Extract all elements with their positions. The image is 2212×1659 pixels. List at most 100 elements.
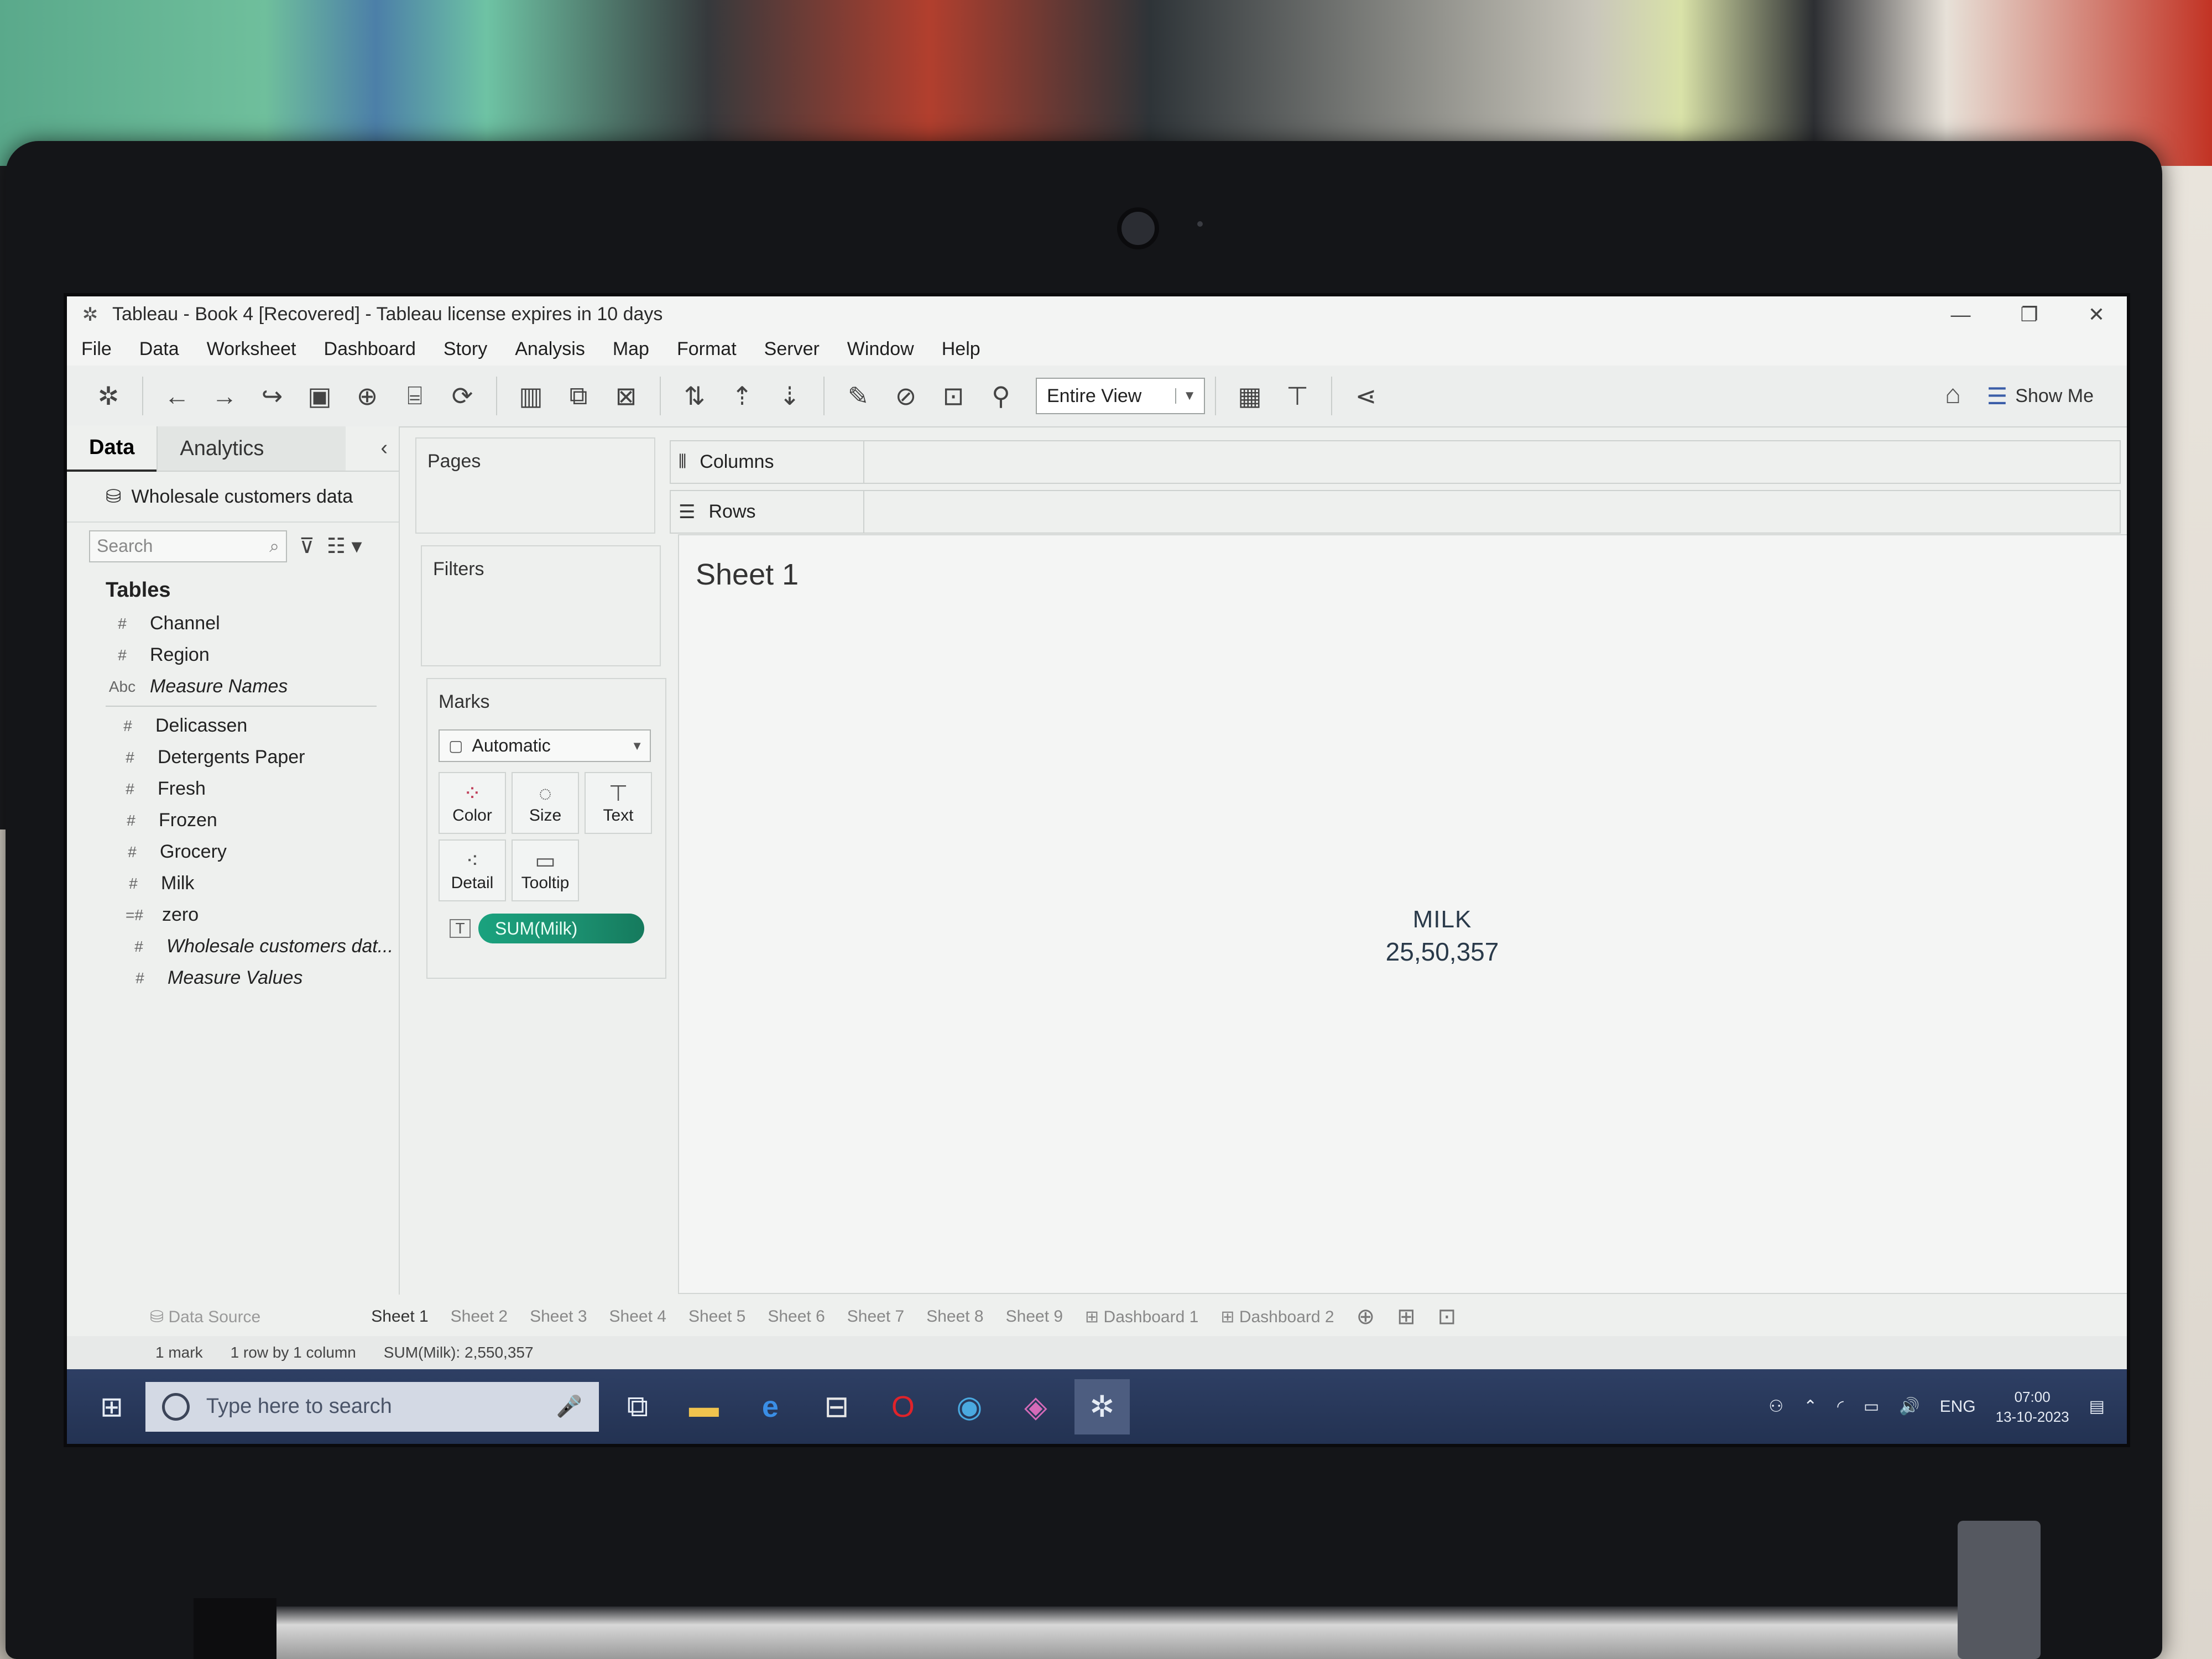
tab-dashboard-2[interactable]: ⊞ Dashboard 2 bbox=[1220, 1307, 1334, 1327]
save-icon[interactable]: ▣ bbox=[300, 377, 339, 415]
menu-data[interactable]: Data bbox=[139, 338, 179, 360]
menu-story[interactable]: Story bbox=[444, 338, 487, 360]
tab-sheet-2[interactable]: Sheet 2 bbox=[451, 1307, 508, 1326]
volume-icon[interactable]: 🔊 bbox=[1899, 1397, 1919, 1416]
field-frozen[interactable]: # Frozen bbox=[67, 805, 399, 836]
menu-dashboard[interactable]: Dashboard bbox=[324, 338, 416, 360]
duplicate-sheet-icon[interactable]: ⧉ bbox=[559, 377, 598, 415]
filter-icon[interactable]: ⊽ bbox=[299, 534, 315, 559]
restore-icon[interactable]: ❐ bbox=[2021, 303, 2038, 326]
new-worksheet-icon[interactable]: ⊕ bbox=[1357, 1304, 1375, 1329]
color-button[interactable]: ⁘ Color bbox=[439, 772, 506, 834]
mark-type-dropdown[interactable]: ▢ Automatic ▼ bbox=[439, 729, 651, 762]
undo-icon[interactable]: ← bbox=[158, 377, 196, 415]
menu-map[interactable]: Map bbox=[613, 338, 649, 360]
chevron-up-icon[interactable]: ⌃ bbox=[1803, 1397, 1817, 1416]
tab-analytics[interactable]: Analytics bbox=[156, 426, 346, 471]
new-dashboard-icon[interactable]: ⊞ bbox=[1397, 1304, 1416, 1329]
view-mode-dropdown[interactable]: Entire View ▼ bbox=[1036, 378, 1205, 414]
field-wholesale-count[interactable]: # Wholesale customers dat... bbox=[67, 931, 399, 962]
tab-sheet-6[interactable]: Sheet 6 bbox=[768, 1307, 825, 1326]
field-zero[interactable]: =# zero bbox=[67, 899, 399, 931]
tableau-home-icon[interactable]: ✲ bbox=[89, 377, 128, 415]
show-cards-icon[interactable]: ▦ bbox=[1230, 377, 1269, 415]
battery-icon[interactable]: ▭ bbox=[1864, 1397, 1879, 1416]
field-milk[interactable]: # Milk bbox=[67, 868, 399, 899]
opera-icon[interactable]: O bbox=[875, 1379, 931, 1434]
group-icon[interactable]: ⊘ bbox=[886, 377, 925, 415]
tab-sheet-3[interactable]: Sheet 3 bbox=[530, 1307, 587, 1326]
store-icon[interactable]: ⊟ bbox=[809, 1379, 864, 1434]
tab-sheet-5[interactable]: Sheet 5 bbox=[688, 1307, 745, 1326]
people-icon[interactable]: ⚇ bbox=[1768, 1397, 1783, 1416]
field-measure-names[interactable]: Abc Measure Names bbox=[67, 671, 399, 702]
show-labels-icon[interactable]: ⊡ bbox=[934, 377, 973, 415]
pin-icon[interactable]: ⚲ bbox=[982, 377, 1020, 415]
windows-start-icon[interactable]: ⊞ bbox=[100, 1391, 123, 1423]
tab-sheet-4[interactable]: Sheet 4 bbox=[609, 1307, 666, 1326]
clear-sheet-icon[interactable]: ⊠ bbox=[607, 377, 645, 415]
menu-file[interactable]: File bbox=[81, 338, 112, 360]
filters-card[interactable]: Filters bbox=[421, 545, 661, 666]
tab-data-source[interactable]: ⛁ Data Source bbox=[150, 1307, 260, 1327]
highlight-icon[interactable]: ✎ bbox=[839, 377, 878, 415]
notification-icon[interactable]: ▤ bbox=[2089, 1397, 2105, 1416]
format-painter-icon[interactable]: ⌂ bbox=[1945, 379, 1961, 410]
redo-icon[interactable]: → bbox=[205, 377, 244, 415]
minimize-icon[interactable]: — bbox=[1951, 303, 1971, 326]
view-options-icon[interactable]: ☷ ▾ bbox=[327, 534, 362, 559]
search-input[interactable]: Search ⌕ bbox=[89, 530, 287, 562]
tab-sheet-9[interactable]: Sheet 9 bbox=[1006, 1307, 1063, 1326]
menu-worksheet[interactable]: Worksheet bbox=[207, 338, 296, 360]
pause-updates-icon[interactable]: ⌸ bbox=[395, 377, 434, 415]
tooltip-button[interactable]: ▭ Tooltip bbox=[512, 839, 579, 901]
datasource-item[interactable]: ⛁ Wholesale customers data bbox=[67, 472, 399, 523]
menu-window[interactable]: Window bbox=[847, 338, 914, 360]
swap-icon[interactable]: ⇅ bbox=[675, 377, 714, 415]
field-delicassen[interactable]: # Delicassen bbox=[67, 710, 399, 742]
sum-milk-pill[interactable]: SUM(Milk) bbox=[478, 914, 644, 943]
sort-descending-icon[interactable]: ⇣ bbox=[770, 377, 809, 415]
wifi-icon[interactable]: ◜ bbox=[1837, 1397, 1844, 1416]
maps-icon[interactable]: ◈ bbox=[1008, 1379, 1063, 1434]
tab-sheet-1[interactable]: Sheet 1 bbox=[371, 1307, 428, 1326]
field-region[interactable]: # Region bbox=[67, 639, 399, 671]
task-view-icon[interactable]: ⧉ bbox=[610, 1379, 665, 1434]
columns-shelf[interactable]: ⫴ Columns bbox=[670, 440, 2121, 484]
new-story-icon[interactable]: ⊡ bbox=[1438, 1304, 1457, 1329]
new-datasource-icon[interactable]: ⊕ bbox=[348, 377, 387, 415]
field-measure-values[interactable]: # Measure Values bbox=[67, 962, 399, 994]
close-icon[interactable]: ✕ bbox=[2088, 303, 2105, 326]
tableau-taskbar-icon[interactable]: ✲ bbox=[1074, 1379, 1130, 1434]
menu-help[interactable]: Help bbox=[942, 338, 980, 360]
pages-card[interactable]: Pages bbox=[415, 437, 655, 534]
language-indicator[interactable]: ENG bbox=[1940, 1397, 1976, 1416]
new-worksheet-icon[interactable]: ▥ bbox=[512, 377, 550, 415]
tab-data[interactable]: Data bbox=[67, 425, 157, 472]
show-me-button[interactable]: ☰ Show Me bbox=[1987, 366, 2094, 426]
menu-analysis[interactable]: Analysis bbox=[515, 338, 585, 360]
presentation-icon[interactable]: ⊤ bbox=[1278, 377, 1317, 415]
sort-ascending-icon[interactable]: ⇡ bbox=[723, 377, 761, 415]
text-button[interactable]: ⊤ Text bbox=[585, 772, 652, 834]
field-channel[interactable]: # Channel bbox=[67, 608, 399, 639]
size-button[interactable]: ◌ Size bbox=[512, 772, 579, 834]
field-grocery[interactable]: # Grocery bbox=[67, 836, 399, 868]
collapse-pane-icon[interactable]: ‹ bbox=[380, 436, 388, 460]
revert-icon[interactable]: ↪ bbox=[253, 377, 291, 415]
edge-icon[interactable]: e bbox=[743, 1379, 798, 1434]
refresh-icon[interactable]: ⟳ bbox=[443, 377, 482, 415]
detail-button[interactable]: ⁖ Detail bbox=[439, 839, 506, 901]
tab-dashboard-1[interactable]: ⊞ Dashboard 1 bbox=[1085, 1307, 1198, 1327]
field-fresh[interactable]: # Fresh bbox=[67, 773, 399, 805]
file-explorer-icon[interactable]: ▬ bbox=[676, 1379, 732, 1434]
tab-sheet-8[interactable]: Sheet 8 bbox=[926, 1307, 983, 1326]
tab-sheet-7[interactable]: Sheet 7 bbox=[847, 1307, 904, 1326]
menu-server[interactable]: Server bbox=[764, 338, 820, 360]
share-icon[interactable]: ⋖ bbox=[1347, 377, 1385, 415]
clock[interactable]: 07:00 13-10-2023 bbox=[1996, 1387, 2069, 1427]
rows-shelf[interactable]: ☰ Rows bbox=[670, 490, 2121, 534]
microphone-icon[interactable]: 🎤 bbox=[556, 1395, 582, 1419]
text-mark[interactable]: MILK 25,50,357 bbox=[1304, 906, 1580, 967]
taskbar-search-input[interactable]: Type here to search 🎤 bbox=[145, 1381, 599, 1432]
